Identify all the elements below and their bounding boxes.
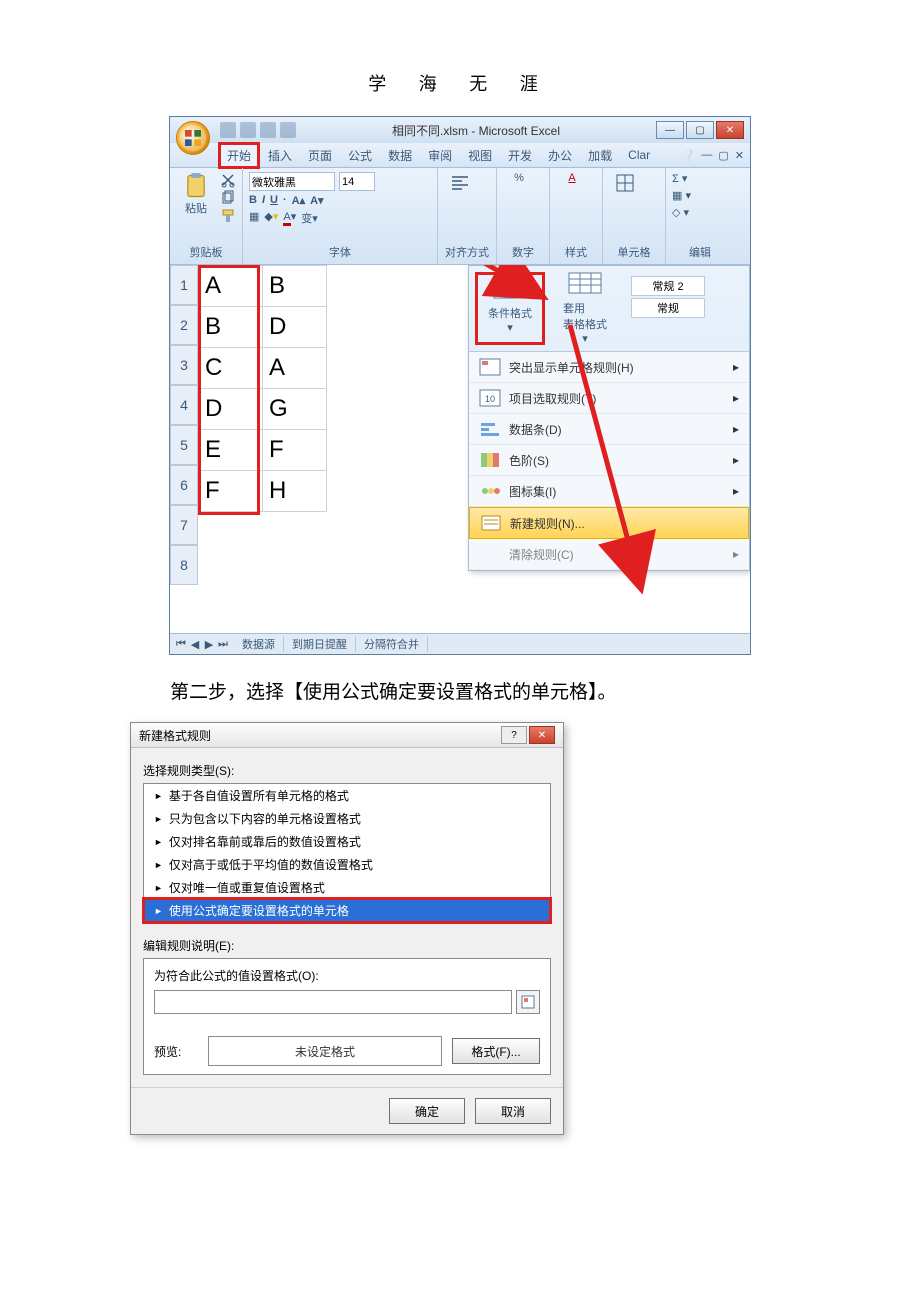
edit-rule-label: 编辑规则说明(E): xyxy=(143,937,551,954)
bold-button[interactable]: B xyxy=(249,194,257,207)
tab-dev[interactable]: 开发 xyxy=(500,143,540,168)
highlight-rules-icon xyxy=(479,358,501,376)
sheet-tab-3[interactable]: 分隔符合并 xyxy=(356,636,428,652)
cell-grid[interactable]: AB BD CA DG EF FH xyxy=(198,265,327,512)
tab-insert[interactable]: 插入 xyxy=(260,143,300,168)
new-rule-dialog: 新建格式规则 ? ✕ 选择规则类型(S): ►基于各自值设置所有单元格的格式 ►… xyxy=(130,722,564,1135)
new-rule-icon xyxy=(480,514,502,532)
tab-office[interactable]: 办公 xyxy=(540,143,580,168)
cancel-button[interactable]: 取消 xyxy=(475,1098,551,1124)
help-icon[interactable]: ❔ xyxy=(682,149,696,162)
office-button[interactable] xyxy=(176,121,210,155)
sheet-tab-1[interactable]: 数据源 xyxy=(234,636,284,652)
decrease-font-icon[interactable]: A▾ xyxy=(310,194,323,207)
ribbon-tabs: 开始 插入 页面 公式 数据 审阅 视图 开发 办公 加载 Clar ❔—▢✕ xyxy=(170,143,750,168)
styles-panel: 条件格式▾ 套用 表格格式▾ 常规 2 常规 突出显示单元格规则(H)▸ xyxy=(468,265,750,571)
copy-icon[interactable] xyxy=(220,190,236,206)
page-title: 学 海 无 涯 xyxy=(130,70,790,96)
tab-clar[interactable]: Clar xyxy=(620,144,658,166)
group-number-label: 数字 xyxy=(503,244,543,260)
italic-button[interactable]: I xyxy=(262,194,265,207)
tab-addins[interactable]: 加载 xyxy=(580,143,620,168)
preset-normal2[interactable]: 常规 2 xyxy=(631,276,705,296)
range-picker-button[interactable] xyxy=(516,990,540,1014)
dialog-close-button[interactable]: ✕ xyxy=(529,726,555,744)
iconsets-icon xyxy=(479,482,501,500)
rule-item[interactable]: ►仅对高于或低于平均值的数值设置格式 xyxy=(144,853,550,876)
clear-icon[interactable]: ◇ ▾ xyxy=(672,206,689,219)
preset-normal[interactable]: 常规 xyxy=(631,298,705,318)
font-size-combo[interactable]: 14 xyxy=(339,172,375,191)
help-icons[interactable]: ❔—▢✕ xyxy=(682,149,750,162)
increase-font-icon[interactable]: A▴ xyxy=(292,194,305,207)
menu-iconsets[interactable]: 图标集(I)▸ xyxy=(469,476,749,507)
cut-icon[interactable] xyxy=(220,172,236,188)
preview-box: 未设定格式 xyxy=(208,1036,442,1066)
top-rules-icon: 10 xyxy=(479,389,501,407)
format-button[interactable]: 格式(F)... xyxy=(452,1038,540,1064)
tab-home[interactable]: 开始 xyxy=(218,142,260,169)
group-editing-label: 编辑 xyxy=(672,244,728,260)
number-button[interactable]: % xyxy=(503,172,535,184)
underline-button[interactable]: U xyxy=(270,194,278,207)
border-icon[interactable]: ▦ xyxy=(249,210,259,226)
fill-icon[interactable]: ▦ ▾ xyxy=(672,189,691,202)
group-alignment-label: 对齐方式 xyxy=(444,244,490,260)
rule-item[interactable]: ►仅对唯一值或重复值设置格式 xyxy=(144,876,550,899)
paste-button[interactable]: 粘贴 xyxy=(176,172,216,216)
databars-icon xyxy=(479,420,501,438)
rule-item[interactable]: ►基于各自值设置所有单元格的格式 xyxy=(144,784,550,807)
styles-button[interactable]: A xyxy=(556,172,588,184)
tab-page[interactable]: 页面 xyxy=(300,143,340,168)
autosum-icon[interactable]: Σ ▾ xyxy=(672,172,687,185)
format-as-table-button[interactable]: 套用 表格格式▾ xyxy=(555,272,615,345)
window-title: 相同不同.xlsm - Microsoft Excel xyxy=(296,122,656,139)
svg-text:10: 10 xyxy=(485,394,495,404)
group-styles-label: 样式 xyxy=(556,244,596,260)
preview-label: 预览: xyxy=(154,1043,198,1060)
menu-top-rules[interactable]: 10 项目选取规则(T)▸ xyxy=(469,383,749,414)
sheet-tab-2[interactable]: 到期日提醒 xyxy=(284,636,356,652)
sheet-tabs[interactable]: ⏮◀▶⏭ 数据源 到期日提醒 分隔符合并 xyxy=(170,633,750,654)
menu-new-rule[interactable]: 新建规则(N)... xyxy=(469,507,749,539)
font-name-combo[interactable]: 微软雅黑 xyxy=(249,172,335,191)
close-button[interactable]: ✕ xyxy=(716,121,744,139)
tab-data[interactable]: 数据 xyxy=(380,143,420,168)
group-cells-label: 单元格 xyxy=(609,244,659,260)
rule-item[interactable]: ►只为包含以下内容的单元格设置格式 xyxy=(144,807,550,830)
formula-input[interactable] xyxy=(154,990,512,1014)
tab-review[interactable]: 审阅 xyxy=(420,143,460,168)
quick-access-toolbar[interactable] xyxy=(220,122,296,138)
rule-item-selected[interactable]: ►使用公式确定要设置格式的单元格 xyxy=(144,899,550,922)
group-clipboard-label: 剪贴板 xyxy=(176,244,236,260)
format-painter-icon[interactable] xyxy=(220,208,236,224)
maximize-button[interactable]: ▢ xyxy=(686,121,714,139)
menu-colorscales[interactable]: 色阶(S)▸ xyxy=(469,445,749,476)
alignment-button[interactable] xyxy=(444,172,476,194)
tab-formula[interactable]: 公式 xyxy=(340,143,380,168)
menu-clear-rules[interactable]: 清除规则(C)▸ xyxy=(469,539,749,570)
font-color-icon[interactable]: A▾ xyxy=(283,210,296,226)
dialog-title: 新建格式规则 xyxy=(139,727,501,744)
group-font-label: 字体 xyxy=(249,244,431,260)
dialog-help-button[interactable]: ? xyxy=(501,726,527,744)
conditional-formatting-button[interactable]: 条件格式▾ xyxy=(475,272,545,345)
step-caption: 第二步，选择【使用公式确定要设置格式的单元格】。 xyxy=(170,677,790,704)
menu-databars[interactable]: 数据条(D)▸ xyxy=(469,414,749,445)
minimize-button[interactable]: — xyxy=(656,121,684,139)
formula-label: 为符合此公式的值设置格式(O): xyxy=(154,967,540,984)
excel-window: 相同不同.xlsm - Microsoft Excel — ▢ ✕ 开始 插入 … xyxy=(169,116,751,655)
row-headers[interactable]: 12345678 xyxy=(170,265,198,585)
tab-view[interactable]: 视图 xyxy=(460,143,500,168)
colorscales-icon xyxy=(479,451,501,469)
select-rule-type-label: 选择规则类型(S): xyxy=(143,762,551,779)
cells-button[interactable] xyxy=(609,172,641,194)
rule-type-list[interactable]: ►基于各自值设置所有单元格的格式 ►只为包含以下内容的单元格设置格式 ►仅对排名… xyxy=(143,783,551,923)
fill-color-icon[interactable]: ◆▾ xyxy=(264,210,278,226)
phonetic-icon[interactable]: 变▾ xyxy=(301,210,318,226)
rule-item[interactable]: ►仅对排名靠前或靠后的数值设置格式 xyxy=(144,830,550,853)
menu-highlight-rules[interactable]: 突出显示单元格规则(H)▸ xyxy=(469,352,749,383)
ok-button[interactable]: 确定 xyxy=(389,1098,465,1124)
